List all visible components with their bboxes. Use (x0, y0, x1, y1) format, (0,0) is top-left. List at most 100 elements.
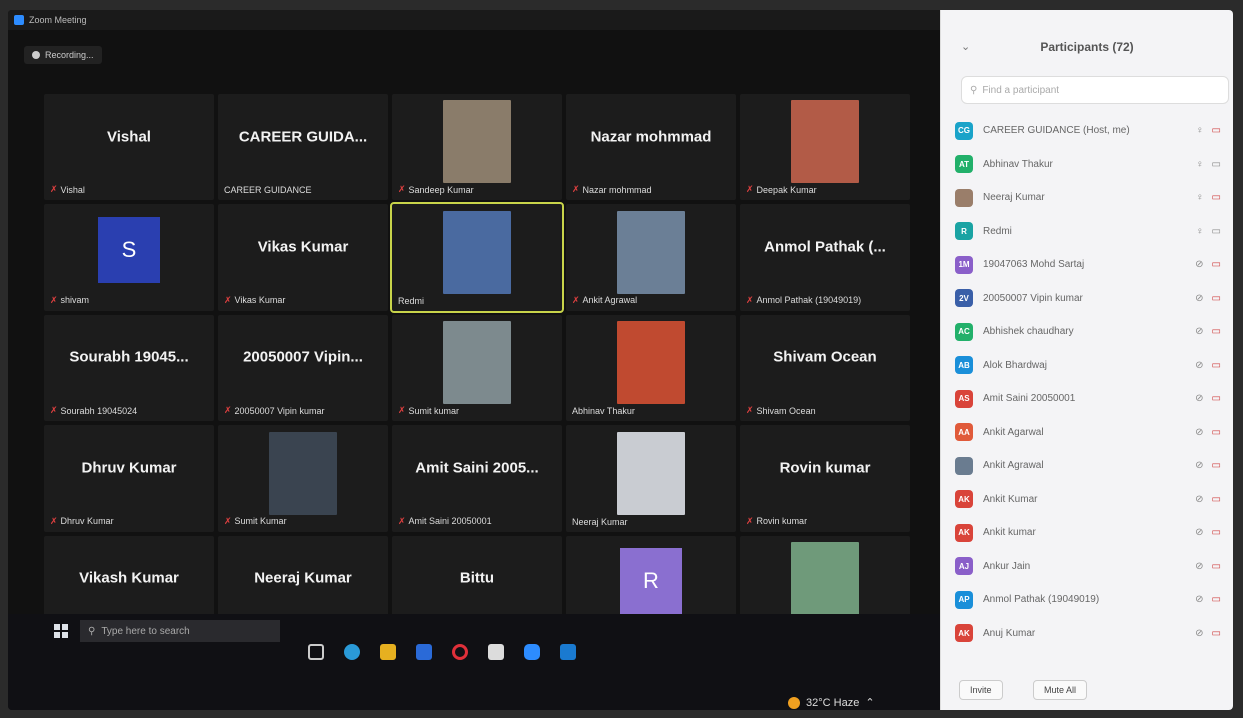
tile-display-name: Rovin kumar (779, 459, 871, 477)
video-feed (617, 431, 685, 515)
mic-muted-icon[interactable]: ⊘ (1195, 360, 1203, 371)
participant-tile[interactable]: CAREER GUIDA... CAREER GUIDANCE (218, 94, 388, 201)
mic-muted-icon[interactable]: ⊘ (1195, 527, 1203, 538)
participant-tile[interactable]: ✗ Deepak Kumar (740, 94, 910, 201)
participant-row[interactable]: AJ Ankur Jain ⊘ ▭ (955, 550, 1225, 584)
participant-row[interactable]: AT Abhinav Thakur ♀ ▭ (955, 148, 1225, 182)
edge-icon[interactable] (344, 644, 360, 660)
weather-label[interactable]: 32°C Haze (806, 697, 859, 709)
zoom-taskbar-icon[interactable] (524, 644, 540, 660)
participant-row[interactable]: CG CAREER GUIDANCE (Host, me) ♀ ▭ (955, 114, 1225, 148)
participant-tile[interactable]: Sourabh 19045... ✗ Sourabh 19045024 (44, 314, 214, 422)
chevron-up-icon[interactable]: ⌃ (865, 696, 874, 709)
camera-icon[interactable]: ▭ (1212, 226, 1221, 237)
camera-off-icon[interactable]: ▭ (1212, 494, 1221, 505)
tile-name-label: ✗ Dhruv Kumar (50, 516, 114, 527)
participant-row[interactable]: AK Ankit Kumar ⊘ ▭ (955, 483, 1225, 517)
mic-icon[interactable]: ♀ (1196, 226, 1204, 237)
participant-row[interactable]: R Redmi ♀ ▭ (955, 215, 1225, 249)
participant-tile[interactable]: Shivam Ocean ✗ Shivam Ocean (740, 314, 910, 422)
camera-off-icon[interactable]: ▭ (1212, 594, 1221, 605)
camera-off-icon[interactable]: ▭ (1212, 561, 1221, 572)
participant-tile[interactable]: Amit Saini 2005... ✗ Amit Saini 20050001 (392, 425, 562, 532)
participant-row[interactable]: 1M 19047063 Mohd Sartaj ⊘ ▭ (955, 248, 1225, 282)
mic-muted-icon[interactable]: ⊘ (1195, 460, 1203, 471)
opera-icon[interactable] (452, 644, 468, 660)
camera-off-icon[interactable]: ▭ (1212, 427, 1221, 438)
mic-muted-icon[interactable]: ⊘ (1195, 594, 1203, 605)
invite-button[interactable]: Invite (959, 680, 1003, 700)
mic-muted-icon[interactable]: ⊘ (1195, 427, 1203, 438)
participant-name: Anmol Pathak (19049019) (983, 594, 1100, 606)
recording-indicator[interactable]: Recording... (24, 46, 102, 64)
participant-tile[interactable]: ✗ Sandeep Kumar (392, 94, 562, 201)
participant-row[interactable]: AC Abhishek chaudhary ⊘ ▭ (955, 315, 1225, 349)
participant-row[interactable]: AP Anmol Pathak (19049019) ⊘ ▭ (955, 583, 1225, 617)
participant-tile[interactable]: Anmol Pathak (... ✗ Anmol Pathak (19049019… (740, 204, 910, 311)
mic-muted-icon[interactable]: ⊘ (1195, 293, 1203, 304)
participant-tile[interactable]: Redmi (390, 202, 564, 313)
participant-row[interactable]: AK Anuj Kumar ⊘ ▭ (955, 617, 1225, 651)
tile-name-label: Abhinav Thakur (572, 406, 635, 416)
file-explorer-icon[interactable] (380, 644, 396, 660)
tile-name-text: Ankit Agrawal (582, 295, 638, 306)
participant-tile[interactable]: Vikas Kumar ✗ Vikas Kumar (218, 204, 388, 311)
mic-muted-icon[interactable]: ⊘ (1195, 561, 1203, 572)
mic-muted-icon[interactable]: ⊘ (1195, 259, 1203, 270)
taskbar-search-input[interactable]: ⚲ Type here to search (80, 620, 280, 642)
participant-tile[interactable]: ✗ Sumit Kumar (218, 425, 388, 532)
participant-tile[interactable]: Dhruv Kumar ✗ Dhruv Kumar (44, 425, 214, 532)
participant-tile[interactable]: Vishal ✗ Vishal (44, 94, 214, 201)
participant-tile[interactable]: ✗ Sumit kumar (392, 314, 562, 422)
participant-tile[interactable]: Neeraj Kumar (566, 425, 736, 532)
participant-tile[interactable]: 20050007 Vipin... ✗ 20050007 Vipin kumar (218, 314, 388, 422)
store-icon[interactable] (416, 644, 432, 660)
muted-mic-icon: ✗ (224, 294, 232, 305)
tile-name-label: ✗ Vikas Kumar (224, 295, 285, 306)
participant-row[interactable]: AK Ankit kumar ⊘ ▭ (955, 516, 1225, 550)
avatar: AS (955, 389, 973, 408)
participant-tile[interactable]: Nazar mohmmad ✗ Nazar mohmmad (566, 94, 736, 201)
mic-muted-icon[interactable]: ⊘ (1195, 326, 1203, 337)
camera-off-icon[interactable]: ▭ (1212, 460, 1221, 471)
mic-icon[interactable]: ♀ (1196, 192, 1204, 203)
video-feed (791, 100, 859, 184)
video-feed (269, 431, 337, 515)
mic-muted-icon[interactable]: ⊘ (1195, 494, 1203, 505)
camera-icon[interactable]: ▭ (1212, 159, 1221, 170)
participant-search-input[interactable]: ⚲ Find a participant (961, 76, 1229, 104)
participant-tile[interactable]: S ✗ shivam (44, 204, 214, 311)
participant-tile[interactable]: Rovin kumar ✗ Rovin kumar (740, 425, 910, 532)
participant-row[interactable]: 2V 20050007 Vipin kumar ⊘ ▭ (955, 282, 1225, 316)
photos-icon[interactable] (560, 644, 576, 660)
start-button[interactable] (54, 624, 68, 638)
muted-mic-icon: ✗ (398, 515, 406, 526)
camera-off-icon[interactable]: ▭ (1212, 259, 1221, 270)
task-view-icon[interactable] (308, 644, 324, 660)
participant-row[interactable]: Ankit Agrawal ⊘ ▭ (955, 449, 1225, 483)
camera-off-icon[interactable]: ▭ (1212, 360, 1221, 371)
participant-tile[interactable]: ✗ Ankit Agrawal (566, 204, 736, 311)
camera-off-icon[interactable]: ▭ (1212, 293, 1221, 304)
participant-status-icons: ♀ ▭ (1175, 192, 1225, 203)
tile-name-label: ✗ Anmol Pathak (19049019) (746, 295, 861, 306)
mic-muted-icon[interactable]: ⊘ (1195, 393, 1203, 404)
tile-name-label: Neeraj Kumar (572, 517, 628, 527)
participant-row[interactable]: AS Amit Saini 20050001 ⊘ ▭ (955, 382, 1225, 416)
participant-row[interactable]: Neeraj Kumar ♀ ▭ (955, 181, 1225, 215)
camera-off-icon[interactable]: ▭ (1212, 192, 1221, 203)
participant-row[interactable]: AB Alok Bhardwaj ⊘ ▭ (955, 349, 1225, 383)
camera-off-icon[interactable]: ▭ (1212, 326, 1221, 337)
participant-row[interactable]: AA Ankit Agarwal ⊘ ▭ (955, 416, 1225, 450)
camera-off-icon[interactable]: ▭ (1212, 125, 1221, 136)
notepad-icon[interactable] (488, 644, 504, 660)
mic-muted-icon[interactable]: ⊘ (1195, 628, 1203, 639)
mic-icon[interactable]: ♀ (1196, 159, 1204, 170)
tile-display-name: Shivam Ocean (773, 348, 877, 366)
camera-off-icon[interactable]: ▭ (1212, 527, 1221, 538)
mic-icon[interactable]: ♀ (1196, 125, 1204, 136)
mute-all-button[interactable]: Mute All (1033, 680, 1088, 700)
camera-off-icon[interactable]: ▭ (1212, 393, 1221, 404)
camera-off-icon[interactable]: ▭ (1212, 628, 1221, 639)
participant-tile[interactable]: Abhinav Thakur (566, 314, 736, 422)
